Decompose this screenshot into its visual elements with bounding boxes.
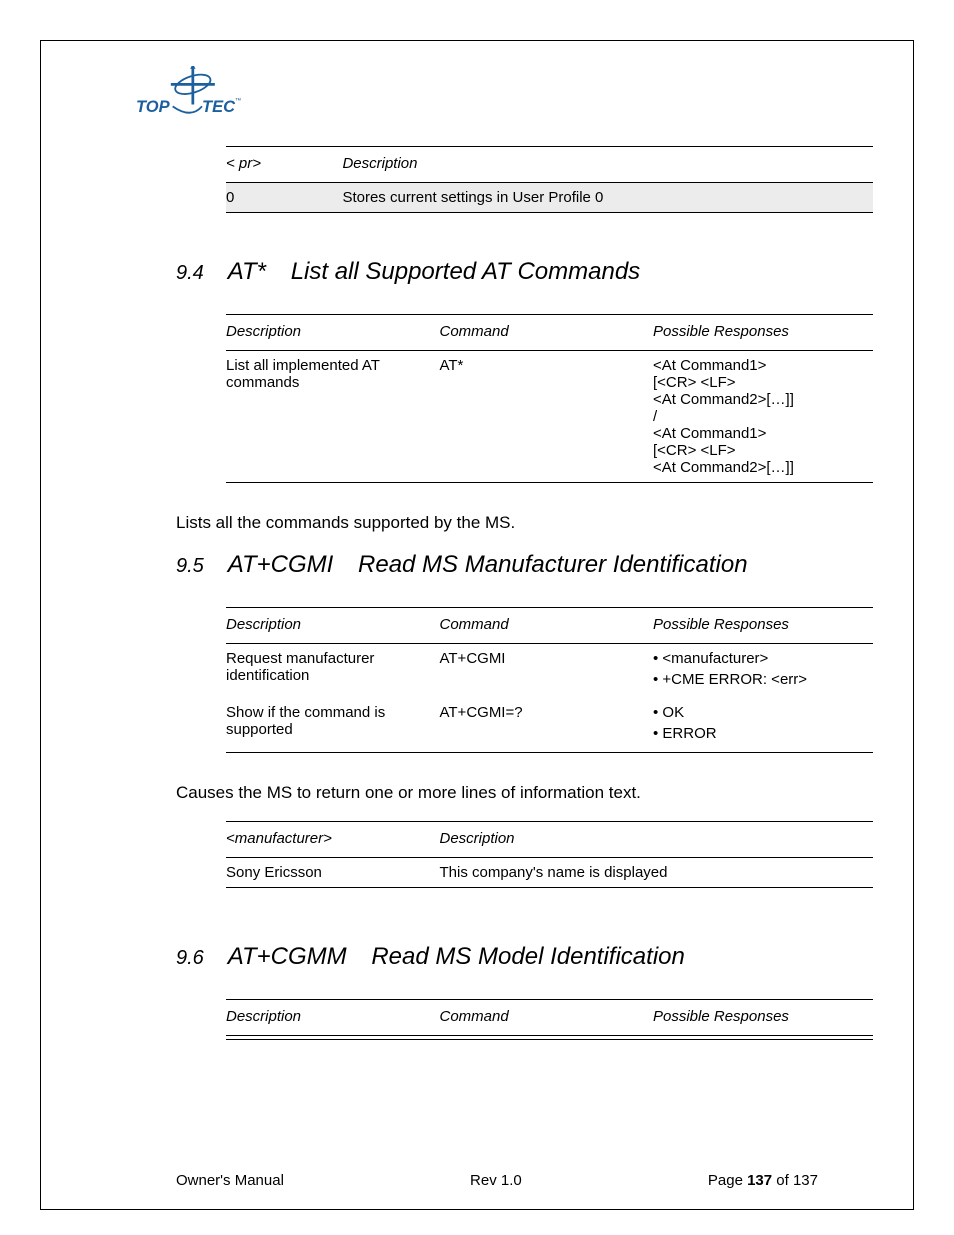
col-header: Description xyxy=(440,822,874,858)
cell: OK ERROR xyxy=(653,698,873,753)
body-text: Lists all the commands supported by the … xyxy=(176,513,858,533)
cell: Request manufacturer identification xyxy=(226,644,440,699)
col-header: Command xyxy=(440,1000,654,1036)
col-header: Description xyxy=(226,315,440,351)
col-header: Description xyxy=(226,608,440,644)
cgmi-table: Description Command Possible Responses R… xyxy=(226,607,873,753)
cell: List all implemented AT commands xyxy=(226,351,440,483)
col-header: Description xyxy=(342,147,873,183)
cell: Stores current settings in User Profile … xyxy=(342,183,873,213)
footer-left: Owner's Manual xyxy=(176,1172,284,1189)
col-header: Possible Responses xyxy=(653,1000,873,1036)
logo-text-tec: TEC xyxy=(202,98,236,116)
col-header: Command xyxy=(440,608,654,644)
toptec-logo: TOP TEC ™ xyxy=(136,66,246,121)
cell: <At Command1> [<CR> <LF> <At Command2>[…… xyxy=(653,351,873,483)
manufacturer-table: <manufacturer> Description Sony Ericsson… xyxy=(226,821,873,888)
section-heading-94: 9.4 AT* List all Supported AT Commands xyxy=(176,258,858,286)
cell: AT+CGMI=? xyxy=(440,698,654,753)
page-footer: Owner's Manual Rev 1.0 Page 137 of 137 xyxy=(81,1172,873,1189)
footer-page: Page 137 of 137 xyxy=(708,1172,818,1189)
section-heading-96: 9.6 AT+CGMM Read MS Model Identification xyxy=(176,943,858,971)
page-frame: TOP TEC ™ < pr> Description 0 Stores cur… xyxy=(40,40,914,1210)
cell: 0 xyxy=(226,183,342,213)
cgmm-table: Description Command Possible Responses xyxy=(226,999,873,1040)
col-header: <manufacturer> xyxy=(226,822,440,858)
section-heading-95: 9.5 AT+CGMI Read MS Manufacturer Identif… xyxy=(176,551,858,579)
logo-text-top: TOP xyxy=(136,98,171,116)
cell: Show if the command is supported xyxy=(226,698,440,753)
col-header: Possible Responses xyxy=(653,608,873,644)
svg-text:™: ™ xyxy=(235,98,241,105)
at-star-table: Description Command Possible Responses L… xyxy=(226,314,873,483)
pr-table: < pr> Description 0 Stores current setti… xyxy=(226,146,873,213)
col-header: < pr> xyxy=(226,147,342,183)
col-header: Description xyxy=(226,1000,440,1036)
cell: AT+CGMI xyxy=(440,644,654,699)
body-text: Causes the MS to return one or more line… xyxy=(176,783,858,803)
cell: Sony Ericsson xyxy=(226,858,440,888)
col-header: Command xyxy=(440,315,654,351)
cell: AT* xyxy=(440,351,654,483)
cell: <manufacturer> +CME ERROR: <err> xyxy=(653,644,873,699)
cell: This company's name is displayed xyxy=(440,858,874,888)
footer-center: Rev 1.0 xyxy=(470,1172,522,1189)
col-header: Possible Responses xyxy=(653,315,873,351)
